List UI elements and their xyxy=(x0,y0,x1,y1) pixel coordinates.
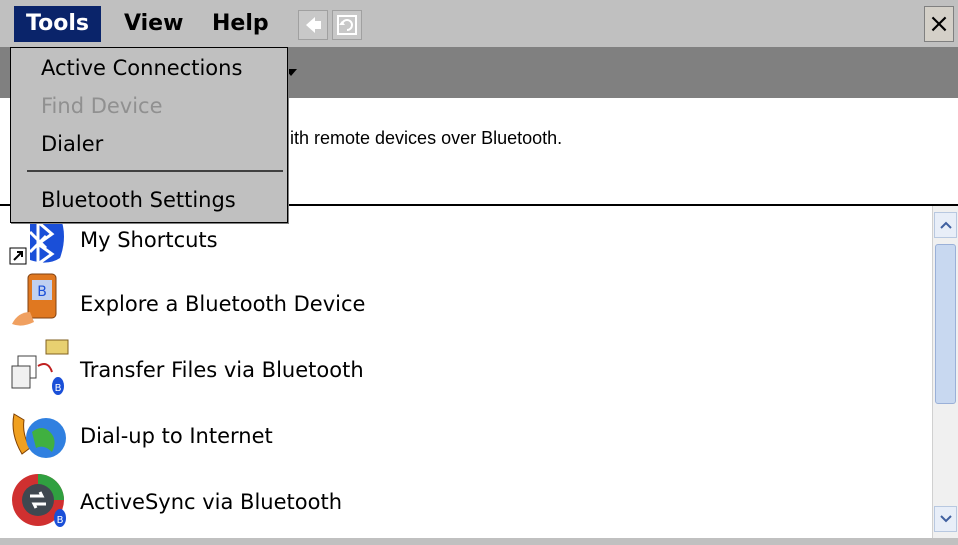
tools-dropdown-menu: Active Connections Find Device Dialer Bl… xyxy=(10,47,288,223)
bottom-bar xyxy=(0,538,958,545)
svg-text:B: B xyxy=(57,515,64,526)
chevron-down-icon xyxy=(939,515,952,523)
menu-item-active-connections[interactable]: Active Connections xyxy=(41,56,242,80)
back-arrow-icon xyxy=(306,17,321,33)
refresh-icon xyxy=(337,15,357,35)
back-button[interactable] xyxy=(298,10,328,40)
menu-separator xyxy=(27,170,283,172)
svg-text:B: B xyxy=(37,284,47,300)
bluetooth-list: My Shortcuts B Explore a Bluetooth Devic… xyxy=(0,206,932,538)
close-button[interactable]: × xyxy=(924,6,954,42)
list-item-label: Transfer Files via Bluetooth xyxy=(80,358,364,382)
description-text: ith remote devices over Bluetooth. xyxy=(290,128,563,148)
list-item-dialup[interactable]: Dial-up to Internet xyxy=(0,404,932,468)
list-item-transfer-files[interactable]: B Transfer Files via Bluetooth xyxy=(0,338,932,402)
file-transfer-icon: B xyxy=(11,339,69,395)
list-item-label: My Shortcuts xyxy=(80,228,218,252)
menu-item-find-device: Find Device xyxy=(41,94,163,118)
menu-item-dialer[interactable]: Dialer xyxy=(41,132,103,156)
dialup-globe-icon xyxy=(12,413,66,458)
svg-text:B: B xyxy=(55,383,62,394)
menu-view[interactable]: View xyxy=(112,6,195,42)
scroll-thumb[interactable] xyxy=(935,244,956,404)
menu-item-bluetooth-settings[interactable]: Bluetooth Settings xyxy=(41,188,236,212)
activesync-icon: B xyxy=(12,474,66,527)
refresh-button[interactable] xyxy=(332,10,362,40)
vertical-scrollbar[interactable] xyxy=(932,206,958,538)
list-item-label: Explore a Bluetooth Device xyxy=(80,292,366,316)
menu-tools[interactable]: Tools xyxy=(14,6,101,42)
menu-help[interactable]: Help xyxy=(200,6,281,42)
chevron-up-icon xyxy=(939,221,952,229)
list-item-label: Dial-up to Internet xyxy=(80,424,273,448)
list-item-explore-device[interactable]: B Explore a Bluetooth Device xyxy=(0,272,932,336)
phone-bluetooth-icon: B xyxy=(12,273,57,326)
menu-bar: Tools View Help × xyxy=(0,0,958,48)
list-item-label: ActiveSync via Bluetooth xyxy=(80,490,342,514)
list-item-activesync[interactable]: B ActiveSync via Bluetooth xyxy=(0,470,932,534)
scroll-down-button[interactable] xyxy=(934,506,957,532)
scroll-up-button[interactable] xyxy=(934,212,957,238)
